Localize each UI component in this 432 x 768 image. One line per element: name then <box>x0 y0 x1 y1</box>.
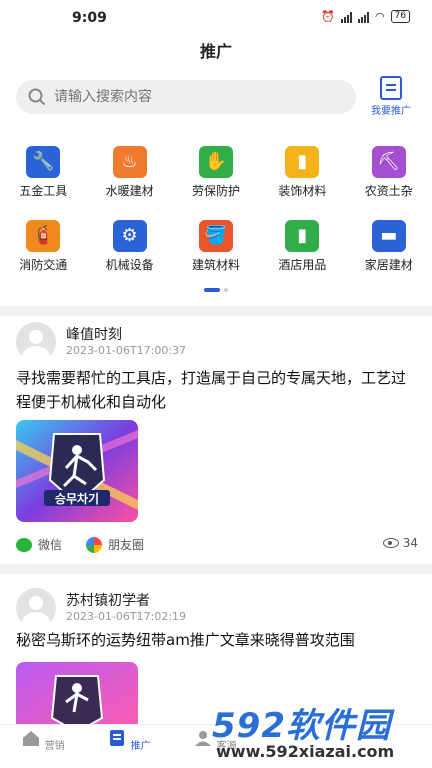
category-label: 机械设备 <box>105 258 154 272</box>
post-image[interactable]: 승무차기 <box>16 420 138 522</box>
search-box[interactable] <box>16 80 356 114</box>
category-item[interactable]: ⛏ 农资土杂 <box>346 142 432 216</box>
tab-customers[interactable]: 客源 <box>172 725 258 768</box>
category-item[interactable]: ⚙ 机械设备 <box>86 216 172 290</box>
post-date: 2023-01-06T17:00:37 <box>66 344 187 357</box>
tab-label: 营销 <box>44 741 65 752</box>
category-label: 劳保防护 <box>191 184 240 198</box>
category-label: 五金工具 <box>19 184 68 198</box>
wifi-icon: ◠ <box>374 10 385 23</box>
category-item[interactable]: ▮ 装饰材料 <box>259 142 345 216</box>
category-label: 酒店用品 <box>278 258 327 272</box>
post-author: 苏村镇初学者 <box>66 593 150 609</box>
category-item[interactable]: ♨ 水暖建材 <box>86 142 172 216</box>
screen: 9:09 ⏰ ◠ 76 推广 我要推广 🔧 五金工具 ♨ 水暖建材 ✋ 劳保防护 ▮ 装饰材料… <box>0 0 432 768</box>
signal-icon-2 <box>357 11 369 23</box>
avatar <box>16 588 56 628</box>
tab-label: 推广 <box>130 741 151 752</box>
category-label: 建筑材料 <box>191 258 240 272</box>
view-count: 34 <box>382 536 418 550</box>
battery-icon: 76 <box>390 10 410 23</box>
alarm-icon: ⏰ <box>321 10 335 23</box>
search-row: 我要推广 <box>16 76 416 117</box>
search-icon <box>28 88 46 106</box>
home-icon <box>23 731 40 746</box>
sofa-icon: ▬ <box>371 220 406 252</box>
tools-icon: 🔧 <box>26 146 61 178</box>
category-item[interactable]: 🪣 建筑材料 <box>173 216 259 290</box>
share-wechat-label[interactable]: 微信 <box>38 536 62 553</box>
eye-icon <box>382 538 399 548</box>
page-indicator <box>0 288 432 292</box>
my-promotion-button[interactable]: 我要推广 <box>366 76 416 117</box>
drill-icon: ⚙ <box>112 220 147 252</box>
tab-promotion[interactable]: 推广 <box>86 725 172 768</box>
category-label: 装饰材料 <box>278 184 327 198</box>
indicator-inactive <box>224 288 228 292</box>
page-title: 推广 <box>199 42 232 61</box>
my-promotion-label: 我要推广 <box>371 106 411 117</box>
tab-label: 客源 <box>216 741 237 752</box>
user-icon <box>195 731 212 746</box>
bottles-icon: ▮ <box>285 220 320 252</box>
search-input[interactable] <box>54 89 314 105</box>
category-item[interactable]: ✋ 劳保防护 <box>173 142 259 216</box>
post-image[interactable] <box>16 662 138 732</box>
category-item[interactable]: 🧯 消防交通 <box>0 216 86 290</box>
signal-icon <box>340 11 352 23</box>
fire-extinguisher-icon: 🧯 <box>26 220 61 252</box>
status-icons: ⏰ ◠ 76 <box>321 10 410 23</box>
category-label: 家居建材 <box>364 258 413 272</box>
divider <box>0 306 432 316</box>
post-image-caption: 승무차기 <box>54 492 100 506</box>
moments-icon[interactable] <box>86 536 103 553</box>
category-label: 农资土杂 <box>364 184 413 198</box>
document-icon <box>110 730 125 746</box>
divider <box>0 564 432 574</box>
status-time: 9:09 <box>72 10 107 26</box>
category-grid: 🔧 五金工具 ♨ 水暖建材 ✋ 劳保防护 ▮ 装饰材料 ⛏ 农资土杂 🧯 消防交通 ⚙ 机械设备 🪣 建筑材… <box>0 142 432 290</box>
post-date: 2023-01-06T17:02:19 <box>66 610 187 623</box>
post-text: 秘密乌斯环的运势纽带am推广文章来晓得普攻范围 <box>16 631 355 649</box>
post-text: 寻找需要帮忙的工具店，打造属于自己的专属天地，工艺过程便于机械化和自动化 <box>16 369 407 411</box>
bottom-tab-bar: 营销 推广 客源 <box>0 724 432 768</box>
category-item[interactable]: ▬ 家居建材 <box>346 216 432 290</box>
avatar <box>16 322 56 362</box>
radiator-icon: ♨ <box>112 146 147 178</box>
tab-marketing[interactable]: 营销 <box>0 725 86 768</box>
gloves-icon: ✋ <box>198 146 233 178</box>
status-bar: 9:09 ⏰ ◠ 76 <box>0 0 432 36</box>
view-count-value: 34 <box>402 536 418 550</box>
indicator-active <box>204 288 220 292</box>
post-author: 峰值时刻 <box>66 327 122 343</box>
wechat-icon[interactable] <box>16 537 32 552</box>
paint-bucket-icon: 🪣 <box>198 220 233 252</box>
category-item[interactable]: 🔧 五金工具 <box>0 142 86 216</box>
category-label: 消防交通 <box>19 258 68 272</box>
share-moments-label[interactable]: 朋友圈 <box>108 536 144 553</box>
shovel-icon: ⛏ <box>371 146 406 178</box>
category-item[interactable]: ▮ 酒店用品 <box>259 216 345 290</box>
document-icon <box>380 76 402 100</box>
category-label: 水暖建材 <box>105 184 154 198</box>
paint-roller-icon: ▮ <box>285 146 320 178</box>
share-row: 微信 朋友圈 <box>16 536 144 553</box>
